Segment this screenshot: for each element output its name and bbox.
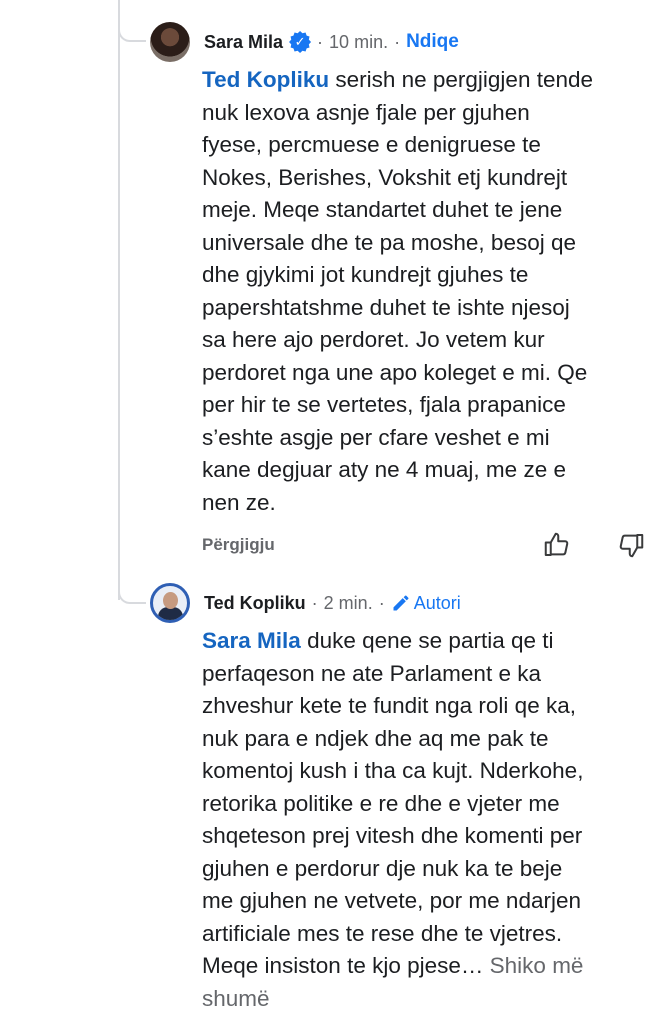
comment-line: nuk lexova asnje fjale per gjuhen [202,99,530,125]
comment-header: Sara Mila ✓ · 10 min. · Ndiqe [150,22,648,62]
comment-line: komentoj kush i tha ca kujt. Nderkohe, [202,758,584,783]
comment-line: universale dhe te pa moshe, besoj qe [202,229,576,255]
comment-line: kane degjuar aty ne 4 muaj, me ze e [202,457,566,482]
avatar[interactable] [150,22,190,62]
comment-line: nen ze. [202,489,276,515]
comment-line: gjuhen e perdorur dje nuk ka te beje [202,855,563,881]
comment-line: shqeteson prej vitesh dhe komenti per [202,823,583,848]
comment-line: retorika politike e re dhe e vjeter me [202,790,560,816]
comment-line: Sara Mila duke qene se partia qe ti [202,628,554,653]
follow-button[interactable]: Ndiqe [406,31,459,53]
thread-line [118,0,120,600]
separator-dot: · [311,592,318,613]
comment-line: perdoret nga une apo koleget e mi. Qe [202,359,588,385]
comment-line: dhe gjykimi jot kundrejt gjuhes te [202,262,529,287]
comment-line: nuk para e ndjek dhe aq me pak te [202,725,549,751]
comment-time[interactable]: 2 min. [324,593,373,614]
comment-ted-kopliku: Ted Kopliku · 2 min. · Autori Sara Mila … [150,583,648,1011]
comment-author[interactable]: Sara Mila [204,32,283,53]
author-badge-label: Autori [413,592,461,613]
comment-line: sa here ajo perdoret. Jo vetem kur [202,327,545,352]
see-more-link[interactable]: shumë [202,983,642,1016]
thread-connector [118,592,146,604]
separator-dot: · [317,31,324,52]
comment-sara-mila: Sara Mila ✓ · 10 min. · Ndiqe Ted Koplik… [150,22,648,558]
comment-line: meje. Meqe standartet duhet te jene [202,197,563,222]
comment-header: Ted Kopliku · 2 min. · Autori [150,583,648,623]
author-badge: Autori [391,593,461,614]
comment-line: artificiale mes te rese dhe te vjetres. [202,920,563,946]
reply-button[interactable]: Përgjigju [202,535,275,555]
separator-dot: · [378,592,385,613]
verified-badge-icon: ✓ [289,31,312,53]
mention-link[interactable]: Sara Mila [202,628,301,653]
comment-line: Nokes, Berishes, Vokshit etj kundrejt [202,164,568,190]
see-more-link[interactable]: Shiko më [483,953,584,978]
comment-line: perfaqeson ne ate Parlament e ka [202,660,541,686]
avatar[interactable] [150,583,190,623]
comment-line: per hir te se vertetes, fjala prapanice [202,392,566,417]
comment-line: Ted Kopliku serish ne pergjigjen tende [202,67,594,92]
dislike-icon[interactable] [616,530,646,560]
comment-time[interactable]: 10 min. [329,32,388,53]
thread-connector [118,30,146,42]
comment-text: Ted Kopliku serish ne pergjigjen tende n… [202,64,642,519]
comment-actions: Përgjigju [202,530,650,560]
comment-author[interactable]: Ted Kopliku [204,593,306,614]
comment-line: zhveshur kete te fundit nga roli qe ka, [202,693,576,718]
mention-link[interactable]: Ted Kopliku [202,67,329,92]
comment-text: Sara Mila duke qene se partia qe ti perf… [202,625,642,1015]
comment-line: Meqe insiston te kjo pjese… Shiko më [202,953,584,978]
comment-line: papershtatshme duhet te ishte njesoj [202,294,570,320]
comment-line: s’eshte asgje per cfare veshet e mi [202,424,550,450]
comment-line: me gjuhen ne vetvete, por me ndarjen [202,888,581,913]
like-icon[interactable] [542,530,572,560]
comment-line: fyese, percmuese e denigruese te [202,132,541,157]
separator-dot: · [394,31,401,52]
pencil-icon [393,595,409,611]
